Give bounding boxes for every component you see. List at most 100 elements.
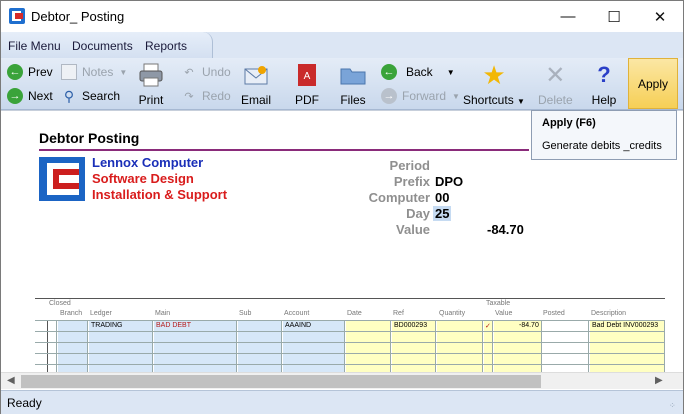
col-sub[interactable] [238,320,282,374]
col-branch[interactable] [58,320,88,374]
header-date: Date [347,310,362,317]
cell-value: -84.70 [519,322,539,329]
company-line-3: Installation & Support [92,187,228,202]
col-closed[interactable] [47,320,57,374]
horizontal-scrollbar[interactable]: ◀ ▶ [1,372,683,389]
posting-grid: Closed Taxable Branch Ledger Main Sub Ac… [35,298,665,374]
cell-account: AAAIND [285,322,312,329]
company-name: Lennox Computer [92,155,204,170]
header-posted: Posted [543,310,565,317]
star-icon: ★ [482,59,506,90]
prefix-value[interactable]: DPO [435,174,463,189]
tooltip-description: Generate debits _credits [542,140,662,152]
header-account: Account [284,310,310,317]
app-window: Debtor_ Posting — ☐ ✕ File Menu Document… [0,0,684,414]
apply-button[interactable]: Apply [628,58,678,109]
email-button[interactable]: Email [241,62,271,107]
help-label: Help [591,93,617,107]
window-title: Debtor_ Posting [31,9,125,24]
notes-button[interactable]: Notes ▼ [61,62,127,82]
col-posted[interactable] [543,320,589,374]
notes-dropdown-icon: ▼ [119,67,128,77]
undo-icon: ↶ [184,66,194,79]
computer-label: Computer [368,190,430,205]
redo-label: Redo [202,89,231,103]
cell-description: Bad Debt INV000293 [592,322,659,329]
header-ref: Ref [393,310,404,317]
next-label: Next [28,89,53,103]
day-label: Day [406,206,430,221]
menu-documents[interactable]: Documents [72,39,133,53]
scroll-right-icon[interactable]: ▶ [655,375,663,386]
forward-button[interactable]: → Forward ▼ [381,86,460,106]
header-taxable: Taxable [486,300,511,307]
back-label: Back [406,65,433,79]
redo-icon: ↷ [184,90,194,103]
col-date[interactable] [346,320,391,374]
back-button[interactable]: ← Back ▼ [381,62,455,82]
header-quantity: Quantity [439,310,466,317]
menu-file[interactable]: File Menu [8,39,61,53]
back-dropdown-icon: ▼ [446,67,455,77]
pdf-label: PDF [295,93,319,107]
status-text: Ready [7,396,42,410]
search-button[interactable]: ⚲ Search [61,86,120,106]
print-label: Print [138,93,164,107]
forward-arrow-icon: → [381,88,397,104]
header-sub: Sub [239,310,252,317]
menu-tabs: File Menu Documents Reports [1,32,213,58]
period-label: Period [389,158,430,173]
prev-label: Prev [28,65,53,79]
search-icon: ⚲ [63,87,75,104]
header-description: Description [591,310,627,317]
folder-icon [339,62,367,88]
menu-reports[interactable]: Reports [145,39,187,53]
delete-button[interactable]: ✕ Delete [538,62,573,108]
prefix-label: Prefix [393,174,430,189]
email-label: Email [241,93,272,107]
menu-bar: File Menu Documents Reports [1,32,683,58]
computer-value[interactable]: 00 [435,190,449,205]
value-label: Value [396,222,430,237]
pdf-button[interactable]: A PDF [293,62,321,107]
help-button[interactable]: ? Help [590,62,618,107]
day-value: 25 [433,206,452,221]
back-arrow-icon: ← [381,64,397,80]
printer-icon [137,62,165,88]
status-bar: Ready ⁘ [1,390,683,414]
title-divider [39,149,529,151]
scroll-thumb[interactable] [21,375,541,388]
company-logo [39,157,85,201]
header-branch: Branch [60,310,83,317]
prev-button[interactable]: ← Prev [7,62,53,82]
cell-main: BAD DEBT [156,322,192,329]
maximize-button[interactable]: ☐ [591,1,637,32]
forward-label: Forward [402,89,447,103]
print-button[interactable]: Print [137,62,165,107]
grid-row-line [35,353,665,354]
shortcuts-label: Shortcuts ▼ [463,93,525,107]
app-logo-icon [9,8,25,24]
cell-taxable-check[interactable]: ✓ [485,322,491,330]
header-main: Main [155,310,171,317]
forward-dropdown-icon: ▼ [452,91,460,101]
grid-row-line [35,331,665,332]
minimize-button[interactable]: — [545,1,591,32]
shortcuts-button[interactable]: ★ Shortcuts ▼ [463,59,525,108]
cell-ledger: TRADING [91,322,123,329]
redo-button[interactable]: ↷ Redo [181,86,231,106]
undo-label: Undo [202,65,231,79]
grid-row-line [35,320,665,321]
page-title: Debtor Posting [39,130,140,146]
company-line-2: Software Design [92,171,194,186]
next-button[interactable]: → Next [7,86,53,106]
files-button[interactable]: Files [339,62,367,107]
close-button[interactable]: ✕ [637,1,683,32]
scroll-left-icon[interactable]: ◀ [7,375,15,386]
resize-grip-icon[interactable]: ⁘ [669,401,679,411]
day-field[interactable]: 25 [433,206,459,221]
toolbar: ← Prev → Next Notes ▼ ⚲ Search Print ↶ U… [1,58,683,110]
undo-button[interactable]: ↶ Undo [181,62,231,82]
header-value: Value [495,310,513,317]
col-quantity[interactable] [437,320,483,374]
